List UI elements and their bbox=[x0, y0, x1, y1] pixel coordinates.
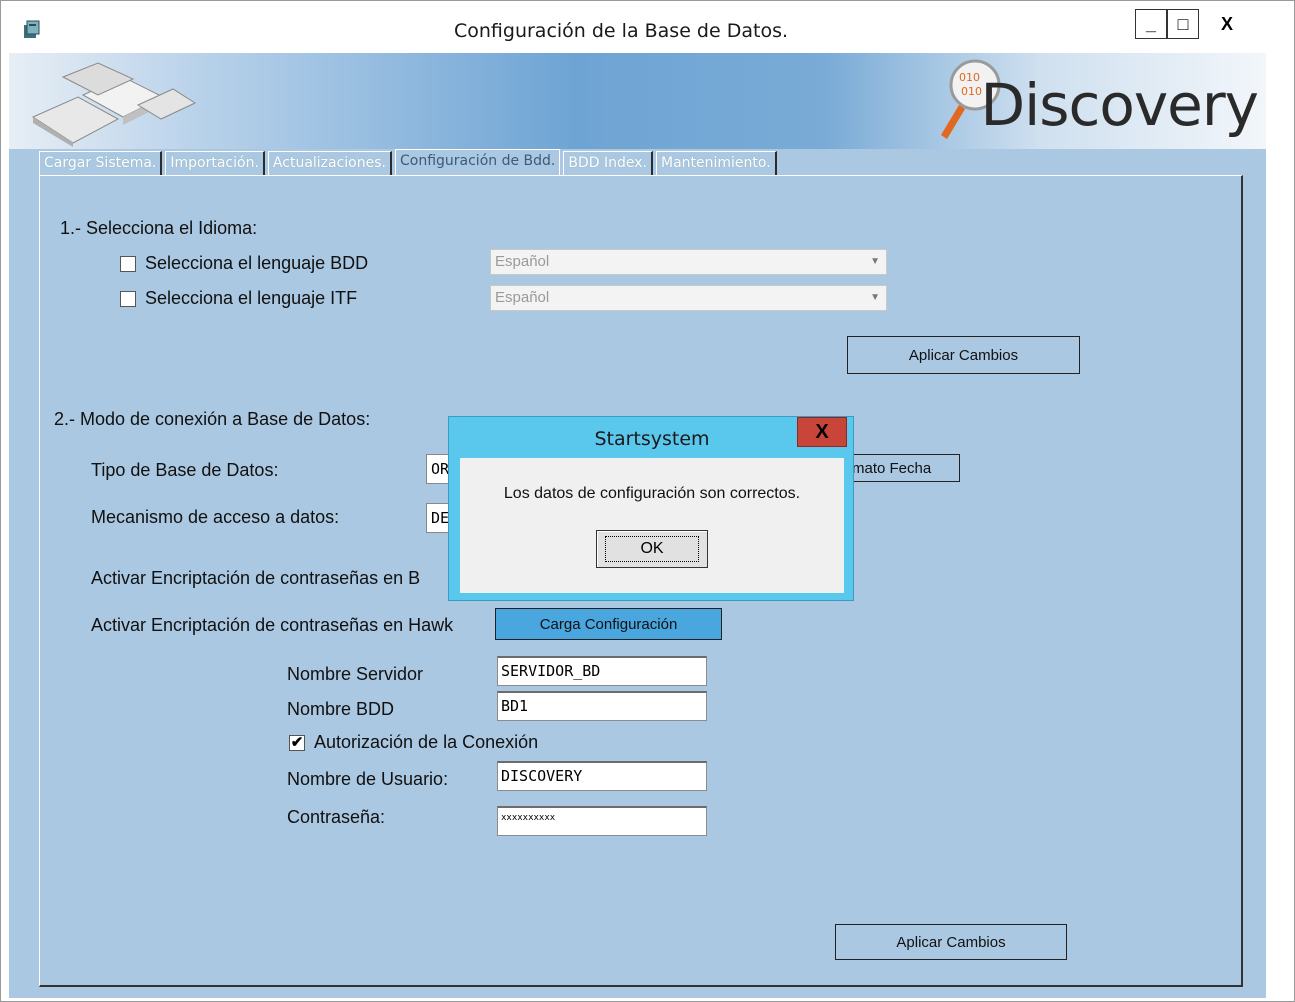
section1-heading: 1.- Selecciona el Idioma: bbox=[60, 218, 258, 238]
ok-button-label: OK bbox=[605, 536, 699, 562]
auth-checkbox[interactable]: ✔ bbox=[289, 735, 305, 751]
tab-mantenimiento[interactable]: Mantenimiento. bbox=[655, 151, 777, 175]
server-name-input[interactable]: SERVIDOR_BD bbox=[497, 656, 707, 686]
bdd-name-input[interactable]: BD1 bbox=[497, 691, 707, 721]
apply-connection-button[interactable]: Aplicar Cambios bbox=[835, 924, 1067, 960]
bdd-language-select[interactable]: Español ▼ bbox=[490, 249, 887, 275]
username-label: Nombre de Usuario: bbox=[287, 769, 449, 789]
chevron-down-icon: ▼ bbox=[870, 256, 880, 267]
discovery-logo: Discovery bbox=[980, 71, 1259, 139]
bdd-language-label: Selecciona el lenguaje BDD bbox=[145, 253, 369, 273]
close-button[interactable]: X bbox=[1199, 9, 1255, 39]
auth-label: Autorización de la Conexión bbox=[314, 732, 539, 752]
bdd-name-label: Nombre BDD bbox=[287, 699, 395, 719]
bdd-language-checkbox[interactable] bbox=[120, 256, 136, 272]
itf-language-value: Español bbox=[495, 289, 550, 306]
password-input[interactable]: xxxxxxxxxx bbox=[497, 806, 707, 836]
window-title: Configuración de la Base de Datos. bbox=[453, 20, 789, 42]
banner: 010 010 Discovery bbox=[9, 53, 1266, 149]
chevron-down-icon: ▼ bbox=[870, 292, 880, 303]
tab-configuracion-bdd[interactable]: Configuración de Bdd. bbox=[394, 149, 561, 175]
tab-cargar-sistema[interactable]: Cargar Sistema. bbox=[39, 151, 163, 175]
encrypt-bdd-label: Activar Encriptación de contraseñas en B bbox=[91, 568, 421, 588]
username-input[interactable]: DISCOVERY bbox=[497, 761, 707, 791]
svg-text:010: 010 bbox=[959, 71, 980, 84]
access-mechanism-label: Mecanismo de acceso a datos: bbox=[91, 507, 340, 527]
tab-bar: Cargar Sistema. Importación. Actualizaci… bbox=[39, 149, 780, 175]
tab-bdd-index[interactable]: BDD Index. bbox=[563, 151, 653, 175]
svg-text:010: 010 bbox=[961, 85, 982, 98]
itf-language-checkbox[interactable] bbox=[120, 291, 136, 307]
encrypt-hawk-label: Activar Encriptación de contraseñas en H… bbox=[91, 615, 454, 635]
dialog-message: Los datos de configuración son correctos… bbox=[503, 485, 801, 502]
title-bar[interactable]: Configuración de la Base de Datos. _ □ X bbox=[9, 9, 1281, 53]
startsystem-dialog: Startsystem X Los datos de configuración… bbox=[448, 416, 854, 601]
password-label: Contraseña: bbox=[287, 807, 386, 827]
date-format-button[interactable]: rmato Fecha bbox=[840, 454, 960, 482]
main-window: Configuración de la Base de Datos. _ □ X… bbox=[0, 0, 1295, 1002]
db-type-label: Tipo de Base de Datos: bbox=[91, 460, 279, 480]
maximize-button[interactable]: □ bbox=[1167, 9, 1199, 39]
tab-actualizaciones[interactable]: Actualizaciones. bbox=[267, 151, 392, 175]
dialog-close-button[interactable]: X bbox=[797, 417, 847, 447]
dialog-body: Los datos de configuración son correctos… bbox=[460, 458, 844, 593]
keyboard-keys-icon bbox=[31, 62, 197, 147]
minimize-button[interactable]: _ bbox=[1135, 9, 1167, 39]
tab-importacion[interactable]: Importación. bbox=[165, 151, 265, 175]
itf-language-select[interactable]: Español ▼ bbox=[490, 285, 887, 311]
itf-language-label: Selecciona el lenguaje ITF bbox=[145, 288, 358, 308]
bdd-language-value: Español bbox=[495, 253, 550, 270]
window-edge bbox=[1266, 53, 1280, 998]
apply-language-button[interactable]: Aplicar Cambios bbox=[847, 336, 1080, 374]
section2-heading: 2.- Modo de conexión a Base de Datos: bbox=[54, 409, 371, 429]
load-config-button[interactable]: Carga Configuración bbox=[495, 608, 722, 640]
server-name-label: Nombre Servidor bbox=[287, 664, 424, 684]
dialog-title: Startsystem bbox=[594, 428, 710, 450]
ok-button[interactable]: OK bbox=[596, 530, 708, 568]
